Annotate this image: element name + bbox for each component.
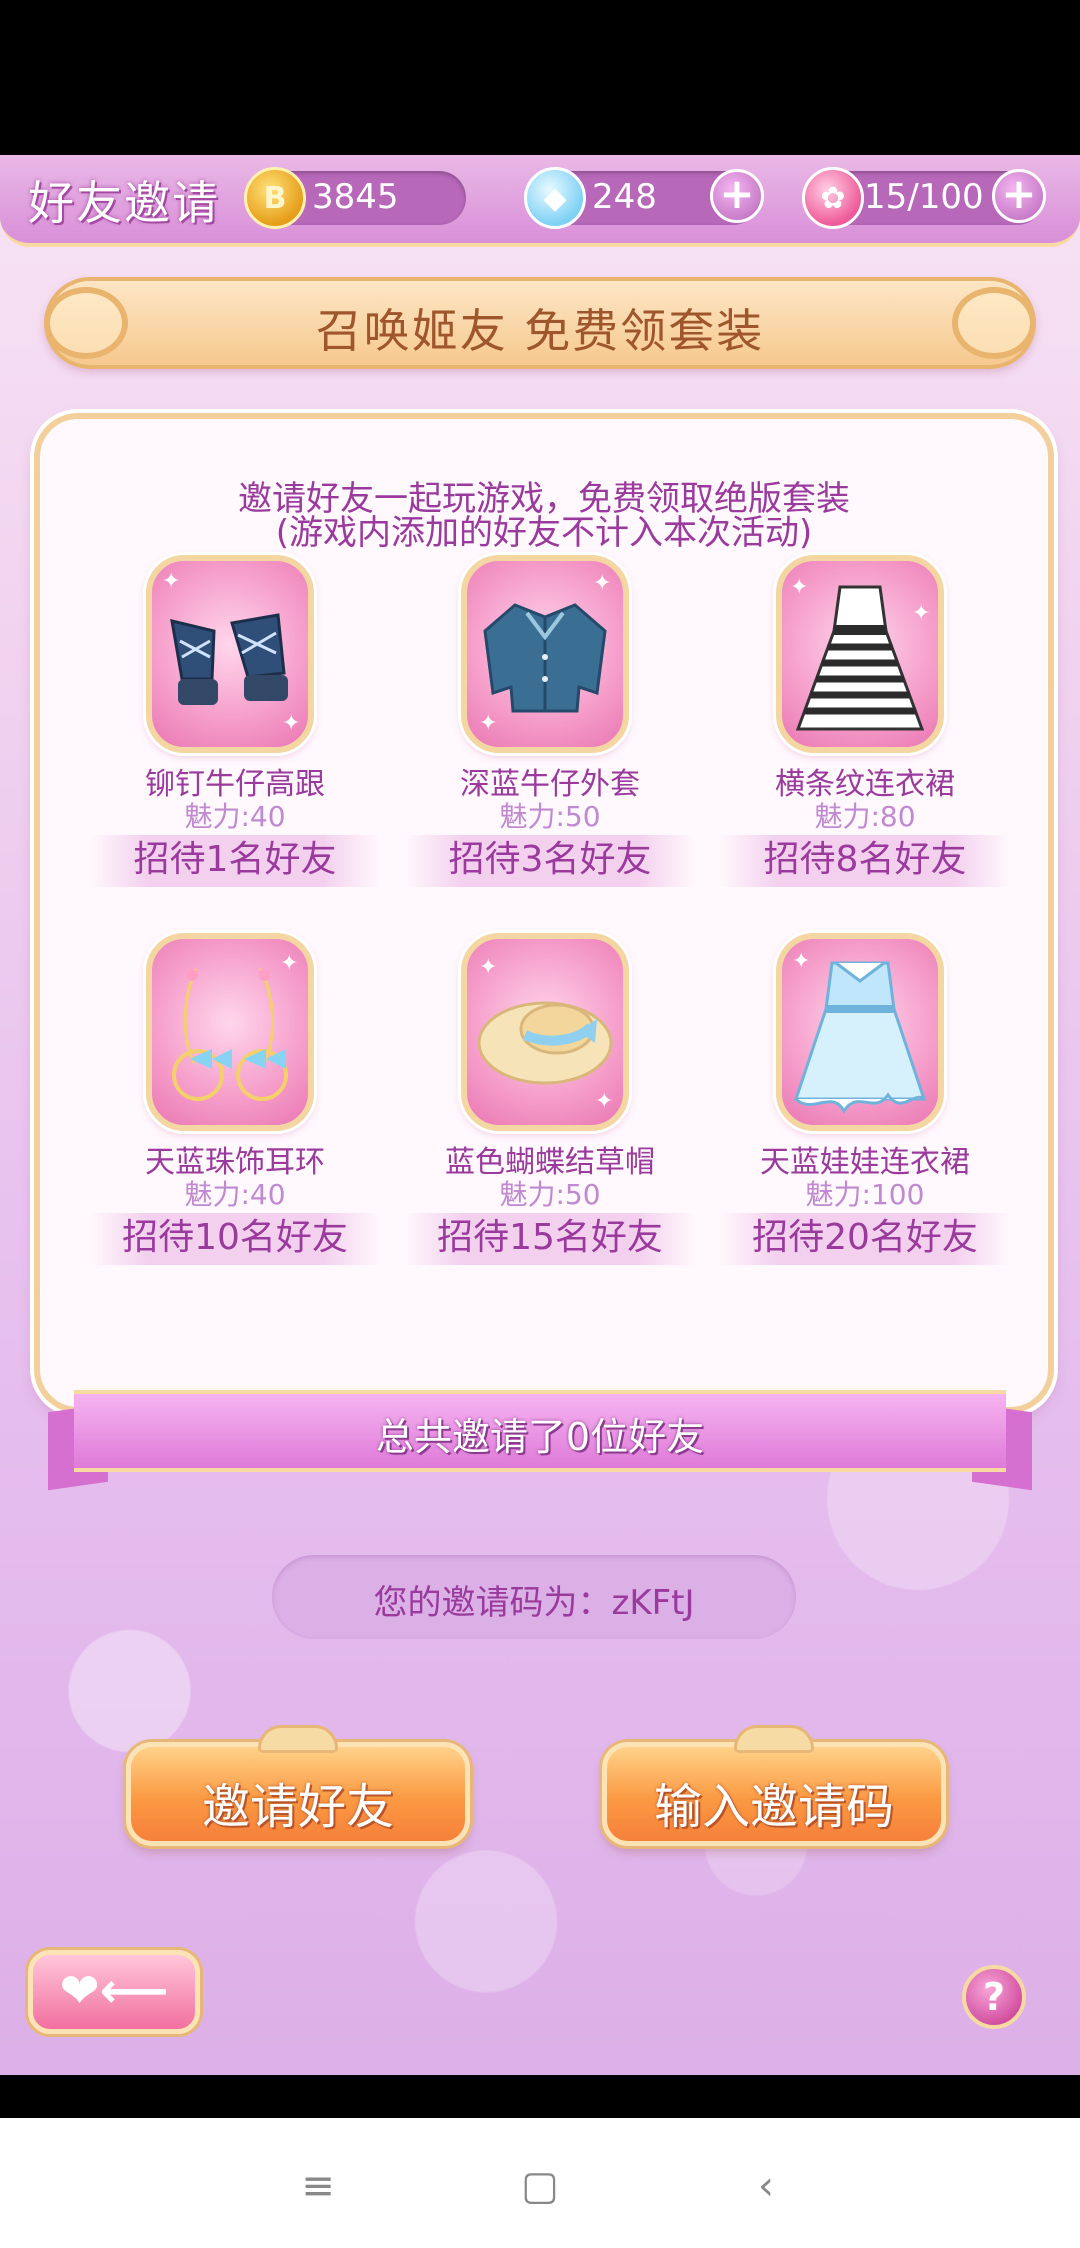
- rose-value: 15/100: [864, 177, 984, 217]
- coin-value: 3845: [312, 177, 399, 217]
- system-nav-bar: ≡ ▢ ‹: [0, 2118, 1080, 2248]
- enter-code-label: 输入邀请码: [653, 1779, 894, 1835]
- invite-friends-label: 邀请好友: [201, 1779, 394, 1835]
- diamond-icon: ◆: [524, 167, 586, 229]
- status-bar: [0, 0, 1080, 155]
- button-ornament: [258, 1725, 338, 1753]
- rose-icon: ✿: [802, 167, 864, 229]
- reward-item[interactable]: ✦ ✦ 横条纹连衣裙 魅力:80 招待8名好友: [720, 555, 1010, 915]
- gem-value: 248: [592, 177, 657, 217]
- reward-item[interactable]: ✦ ✦ 蓝色蝴蝶结草帽 魅力:50 招待15名好友: [405, 933, 695, 1293]
- item-frame: ✦: [776, 933, 944, 1131]
- item-frame: ✦ ✦: [776, 555, 944, 753]
- back-arrow-button[interactable]: ❤⟵: [28, 1950, 200, 2034]
- reward-card: 邀请好友一起玩游戏，免费领取绝版套装 (游戏内添加的好友不计入本次活动) ✦ ✦…: [34, 413, 1054, 1413]
- item-frame: ✦ ✦: [461, 555, 629, 753]
- reward-item[interactable]: ✦ ✦ 深蓝牛仔外套 魅力:50 招待3名好友: [405, 555, 695, 915]
- gem-counter: ◆ 248 +: [524, 167, 764, 229]
- item-charm: 魅力:80: [814, 800, 916, 833]
- reward-item[interactable]: ✦ ✦ 铆钉牛仔高跟 魅力:40 招待1名好友: [90, 555, 380, 915]
- item-frame: ✦ ✦: [461, 933, 629, 1131]
- item-charm: 魅力:100: [805, 1178, 925, 1211]
- nav-gap: [0, 2075, 1080, 2118]
- banner-text: 召唤姬友 免费领套装: [315, 304, 765, 358]
- enter-code-button[interactable]: 输入邀请码: [602, 1725, 946, 1846]
- item-requirement: 招待10名好友: [90, 1213, 380, 1265]
- item-charm: 魅力:40: [184, 1178, 286, 1211]
- intro-line-2: (游戏内添加的好友不计入本次活动): [275, 513, 813, 553]
- headline-banner: 召唤姬友 免费领套装: [44, 277, 1036, 369]
- heart-arrow-icon: ❤⟵: [59, 1963, 169, 2019]
- item-frame: ✦ ✦: [146, 555, 314, 753]
- rose-counter: ✿ 15/100 +: [802, 167, 1046, 229]
- add-roses-button[interactable]: +: [992, 169, 1046, 223]
- invite-code-text: 您的邀请码为：zKFtJ: [373, 1583, 695, 1623]
- item-charm: 魅力:50: [499, 800, 601, 833]
- game-screen: 好友邀请 B 3845 ◆ 248 + ✿ 15/100 + 召唤姬友 免费领套…: [0, 155, 1080, 2075]
- coin-icon: B: [244, 167, 306, 229]
- home-icon[interactable]: ▢: [510, 2156, 570, 2216]
- item-requirement: 招待8名好友: [720, 835, 1010, 887]
- button-ornament: [734, 1725, 814, 1753]
- total-ribbon: 总共邀请了0位好友: [74, 1390, 1006, 1472]
- menu-icon[interactable]: ≡: [288, 2156, 348, 2216]
- top-bar: 好友邀请 B 3845 ◆ 248 + ✿ 15/100 +: [0, 155, 1080, 247]
- reward-item[interactable]: ✦ 天蓝娃娃连衣裙 魅力:100 招待20名好友: [720, 933, 1010, 1293]
- invite-friends-button[interactable]: 邀请好友: [126, 1725, 470, 1846]
- item-requirement: 招待1名好友: [90, 835, 380, 887]
- coin-counter: B 3845: [244, 167, 466, 229]
- invite-code-box[interactable]: 您的邀请码为：zKFtJ: [272, 1555, 796, 1639]
- item-requirement: 招待15名好友: [405, 1213, 695, 1265]
- question-icon: ?: [982, 1975, 1006, 2019]
- add-gems-button[interactable]: +: [710, 169, 764, 223]
- page-title: 好友邀请: [28, 176, 220, 230]
- back-icon[interactable]: ‹: [736, 2156, 796, 2216]
- reward-item[interactable]: ✦ 天蓝珠饰耳环 魅力:40 招待10名好友: [90, 933, 380, 1293]
- item-requirement: 招待3名好友: [405, 835, 695, 887]
- item-charm: 魅力:40: [184, 800, 286, 833]
- total-invited-text: 总共邀请了0位好友: [375, 1415, 705, 1459]
- item-requirement: 招待20名好友: [720, 1213, 1010, 1265]
- item-charm: 魅力:50: [499, 1178, 601, 1211]
- help-button[interactable]: ?: [962, 1965, 1026, 2029]
- item-frame: ✦: [146, 933, 314, 1131]
